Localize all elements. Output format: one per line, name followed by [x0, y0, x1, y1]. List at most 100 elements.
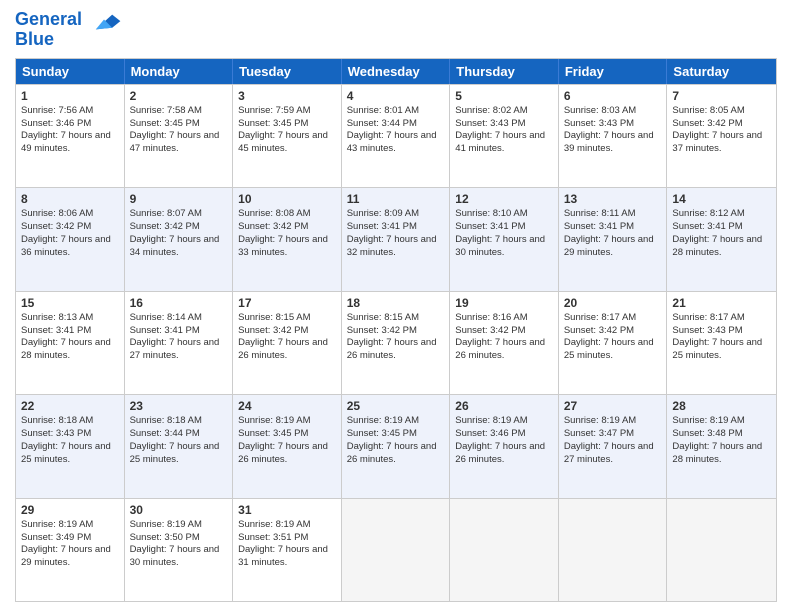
daylight-text: Daylight: 7 hours and 26 minutes. [347, 441, 445, 467]
sunrise-text: Sunrise: 8:02 AM [455, 105, 553, 118]
day-number: 2 [130, 88, 228, 104]
day-number: 7 [672, 88, 771, 104]
calendar-cell [450, 499, 559, 601]
calendar-cell: 9Sunrise: 8:07 AMSunset: 3:42 PMDaylight… [125, 188, 234, 290]
calendar-cell: 13Sunrise: 8:11 AMSunset: 3:41 PMDayligh… [559, 188, 668, 290]
calendar-cell: 30Sunrise: 8:19 AMSunset: 3:50 PMDayligh… [125, 499, 234, 601]
daylight-text: Daylight: 7 hours and 39 minutes. [564, 130, 662, 156]
day-number: 19 [455, 295, 553, 311]
daylight-text: Daylight: 7 hours and 29 minutes. [564, 234, 662, 260]
sunrise-text: Sunrise: 8:19 AM [21, 519, 119, 532]
sunset-text: Sunset: 3:47 PM [564, 428, 662, 441]
calendar-cell: 5Sunrise: 8:02 AMSunset: 3:43 PMDaylight… [450, 85, 559, 187]
sunset-text: Sunset: 3:41 PM [455, 221, 553, 234]
daylight-text: Daylight: 7 hours and 25 minutes. [564, 337, 662, 363]
daylight-text: Daylight: 7 hours and 45 minutes. [238, 130, 336, 156]
sunrise-text: Sunrise: 8:15 AM [238, 312, 336, 325]
sunrise-text: Sunrise: 8:13 AM [21, 312, 119, 325]
calendar-cell: 22Sunrise: 8:18 AMSunset: 3:43 PMDayligh… [16, 395, 125, 497]
day-number: 11 [347, 191, 445, 207]
daylight-text: Daylight: 7 hours and 33 minutes. [238, 234, 336, 260]
sunrise-text: Sunrise: 8:11 AM [564, 208, 662, 221]
calendar-cell: 26Sunrise: 8:19 AMSunset: 3:46 PMDayligh… [450, 395, 559, 497]
sunset-text: Sunset: 3:44 PM [347, 118, 445, 131]
sunrise-text: Sunrise: 8:03 AM [564, 105, 662, 118]
daylight-text: Daylight: 7 hours and 31 minutes. [238, 544, 336, 570]
sunrise-text: Sunrise: 8:19 AM [672, 415, 771, 428]
calendar-body: 1Sunrise: 7:56 AMSunset: 3:46 PMDaylight… [16, 84, 776, 601]
sunrise-text: Sunrise: 8:09 AM [347, 208, 445, 221]
calendar: SundayMondayTuesdayWednesdayThursdayFrid… [15, 58, 777, 602]
calendar-cell: 23Sunrise: 8:18 AMSunset: 3:44 PMDayligh… [125, 395, 234, 497]
sunrise-text: Sunrise: 8:18 AM [130, 415, 228, 428]
sunrise-text: Sunrise: 7:58 AM [130, 105, 228, 118]
calendar-cell: 19Sunrise: 8:16 AMSunset: 3:42 PMDayligh… [450, 292, 559, 394]
day-number: 24 [238, 398, 336, 414]
calendar-cell: 29Sunrise: 8:19 AMSunset: 3:49 PMDayligh… [16, 499, 125, 601]
calendar-cell [667, 499, 776, 601]
calendar-cell: 21Sunrise: 8:17 AMSunset: 3:43 PMDayligh… [667, 292, 776, 394]
day-number: 4 [347, 88, 445, 104]
sunrise-text: Sunrise: 8:16 AM [455, 312, 553, 325]
day-number: 10 [238, 191, 336, 207]
day-number: 21 [672, 295, 771, 311]
logo: GeneralBlue [15, 10, 122, 50]
daylight-text: Daylight: 7 hours and 37 minutes. [672, 130, 771, 156]
daylight-text: Daylight: 7 hours and 27 minutes. [130, 337, 228, 363]
calendar-cell: 12Sunrise: 8:10 AMSunset: 3:41 PMDayligh… [450, 188, 559, 290]
sunset-text: Sunset: 3:43 PM [672, 325, 771, 338]
calendar-cell: 27Sunrise: 8:19 AMSunset: 3:47 PMDayligh… [559, 395, 668, 497]
daylight-text: Daylight: 7 hours and 36 minutes. [21, 234, 119, 260]
calendar-cell: 7Sunrise: 8:05 AMSunset: 3:42 PMDaylight… [667, 85, 776, 187]
calendar-cell: 14Sunrise: 8:12 AMSunset: 3:41 PMDayligh… [667, 188, 776, 290]
daylight-text: Daylight: 7 hours and 26 minutes. [455, 441, 553, 467]
sunset-text: Sunset: 3:41 PM [564, 221, 662, 234]
calendar-cell: 25Sunrise: 8:19 AMSunset: 3:45 PMDayligh… [342, 395, 451, 497]
calendar-cell: 17Sunrise: 8:15 AMSunset: 3:42 PMDayligh… [233, 292, 342, 394]
logo-text: GeneralBlue [15, 10, 82, 50]
calendar-cell: 8Sunrise: 8:06 AMSunset: 3:42 PMDaylight… [16, 188, 125, 290]
calendar-row-4: 29Sunrise: 8:19 AMSunset: 3:49 PMDayligh… [16, 498, 776, 601]
daylight-text: Daylight: 7 hours and 26 minutes. [238, 337, 336, 363]
calendar-row-3: 22Sunrise: 8:18 AMSunset: 3:43 PMDayligh… [16, 394, 776, 497]
calendar-cell: 20Sunrise: 8:17 AMSunset: 3:42 PMDayligh… [559, 292, 668, 394]
sunset-text: Sunset: 3:41 PM [347, 221, 445, 234]
day-number: 20 [564, 295, 662, 311]
sunset-text: Sunset: 3:50 PM [130, 532, 228, 545]
sunset-text: Sunset: 3:45 PM [130, 118, 228, 131]
calendar-row-2: 15Sunrise: 8:13 AMSunset: 3:41 PMDayligh… [16, 291, 776, 394]
day-number: 6 [564, 88, 662, 104]
daylight-text: Daylight: 7 hours and 26 minutes. [455, 337, 553, 363]
sunset-text: Sunset: 3:44 PM [130, 428, 228, 441]
sunset-text: Sunset: 3:41 PM [672, 221, 771, 234]
sunrise-text: Sunrise: 8:19 AM [238, 519, 336, 532]
calendar-cell: 16Sunrise: 8:14 AMSunset: 3:41 PMDayligh… [125, 292, 234, 394]
calendar-cell: 6Sunrise: 8:03 AMSunset: 3:43 PMDaylight… [559, 85, 668, 187]
day-number: 1 [21, 88, 119, 104]
sunset-text: Sunset: 3:46 PM [21, 118, 119, 131]
day-number: 12 [455, 191, 553, 207]
day-number: 13 [564, 191, 662, 207]
day-number: 27 [564, 398, 662, 414]
sunset-text: Sunset: 3:43 PM [455, 118, 553, 131]
calendar-cell: 1Sunrise: 7:56 AMSunset: 3:46 PMDaylight… [16, 85, 125, 187]
sunset-text: Sunset: 3:42 PM [455, 325, 553, 338]
sunset-text: Sunset: 3:43 PM [564, 118, 662, 131]
sunset-text: Sunset: 3:42 PM [130, 221, 228, 234]
daylight-text: Daylight: 7 hours and 27 minutes. [564, 441, 662, 467]
calendar-header: SundayMondayTuesdayWednesdayThursdayFrid… [16, 59, 776, 84]
day-number: 9 [130, 191, 228, 207]
header-day-thursday: Thursday [450, 59, 559, 84]
sunrise-text: Sunrise: 8:17 AM [564, 312, 662, 325]
sunrise-text: Sunrise: 8:10 AM [455, 208, 553, 221]
daylight-text: Daylight: 7 hours and 29 minutes. [21, 544, 119, 570]
header-day-sunday: Sunday [16, 59, 125, 84]
sunrise-text: Sunrise: 8:19 AM [455, 415, 553, 428]
sunset-text: Sunset: 3:41 PM [130, 325, 228, 338]
day-number: 14 [672, 191, 771, 207]
sunrise-text: Sunrise: 8:14 AM [130, 312, 228, 325]
logo-icon [86, 13, 122, 31]
daylight-text: Daylight: 7 hours and 30 minutes. [455, 234, 553, 260]
daylight-text: Daylight: 7 hours and 26 minutes. [347, 337, 445, 363]
day-number: 18 [347, 295, 445, 311]
